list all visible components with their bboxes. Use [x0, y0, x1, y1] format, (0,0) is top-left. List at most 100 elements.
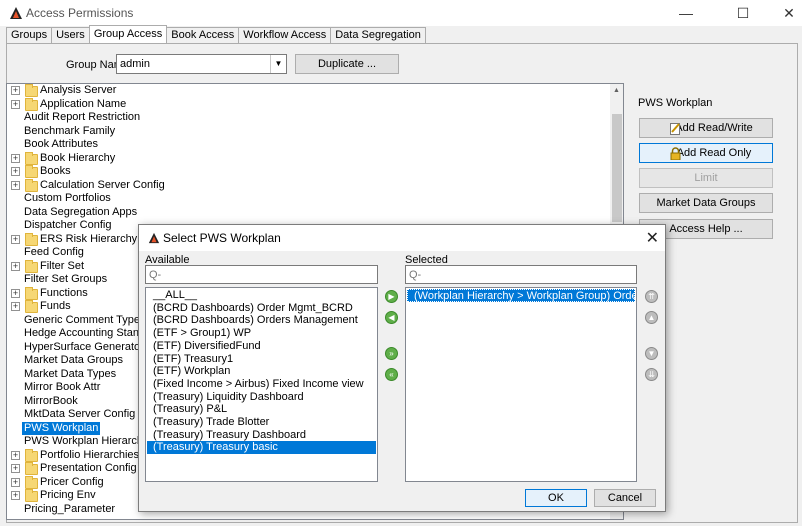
- expand-icon[interactable]: +: [11, 302, 20, 311]
- list-item[interactable]: (Treasury) Liquidity Dashboard: [147, 391, 376, 404]
- tab-workflow-access[interactable]: Workflow Access: [238, 27, 332, 43]
- tab-users[interactable]: Users: [51, 27, 90, 43]
- available-search-input[interactable]: Q-: [145, 265, 378, 284]
- list-item[interactable]: (Workplan Hierarchy > Workplan Group) Or…: [407, 289, 636, 302]
- move-bottom-icon[interactable]: ⇊: [645, 368, 658, 381]
- tree-item-label: Pricing_Parameter: [24, 503, 116, 515]
- list-item[interactable]: (Treasury) Treasury basic: [147, 441, 376, 455]
- folder-icon: [25, 287, 38, 300]
- move-up-icon[interactable]: ▲: [645, 311, 658, 324]
- tree-item-label: Filter Set: [40, 260, 85, 272]
- tab-strip: Groups Users Group Access Book Access Wo…: [6, 25, 426, 44]
- close-button[interactable]: ✕: [766, 0, 802, 26]
- tree-item-label: Portfolio Hierarchies: [40, 449, 140, 461]
- list-item[interactable]: (Fixed Income > Airbus) Fixed Income vie…: [147, 378, 376, 391]
- window-title: Access Permissions: [26, 6, 134, 20]
- chevron-down-icon[interactable]: ▼: [270, 55, 286, 73]
- expand-icon[interactable]: +: [11, 478, 20, 487]
- expand-icon[interactable]: +: [11, 100, 20, 109]
- tab-group-access[interactable]: Group Access: [88, 25, 168, 43]
- expand-icon[interactable]: +: [11, 86, 20, 95]
- tab-groups[interactable]: Groups: [6, 27, 53, 43]
- tree-item-label: Filter Set Groups: [24, 273, 108, 285]
- expand-icon[interactable]: +: [11, 154, 20, 163]
- move-down-icon[interactable]: ▼: [645, 347, 658, 360]
- maximize-button[interactable]: ☐: [720, 0, 766, 26]
- remove-selected-icon[interactable]: ◀: [385, 311, 398, 324]
- tree-item-label: Pricing Env: [40, 489, 96, 501]
- expand-icon[interactable]: +: [11, 289, 20, 298]
- dialog-close-icon[interactable]: ✕: [646, 228, 659, 248]
- tree-item-label: PWS Workplan: [22, 422, 101, 435]
- dialog-title: Select PWS Workplan: [163, 231, 281, 245]
- tree-item-label: PWS Workplan Hierarchy: [24, 435, 149, 447]
- list-item[interactable]: __ALL__: [147, 289, 376, 302]
- cancel-button[interactable]: Cancel: [594, 489, 656, 507]
- list-item[interactable]: (ETF) Treasury1: [147, 353, 376, 366]
- expand-icon[interactable]: +: [11, 262, 20, 271]
- group-name-value: admin: [120, 58, 150, 70]
- tree-item-label: Pricer Config: [40, 476, 104, 488]
- list-item[interactable]: (BCRD Dashboards) Orders Management: [147, 314, 376, 327]
- move-top-icon[interactable]: ⇈: [645, 290, 658, 303]
- tree-item-label: Calculation Server Config: [40, 179, 165, 191]
- market-data-groups-button[interactable]: Market Data Groups: [639, 193, 773, 213]
- search-icon: Q-: [409, 269, 422, 281]
- lock-icon: [670, 147, 681, 160]
- tree-item-label: Presentation Config: [40, 462, 137, 474]
- list-item[interactable]: (ETF > Group1) WP: [147, 327, 376, 340]
- selected-list[interactable]: (Workplan Hierarchy > Workplan Group) Or…: [405, 287, 637, 482]
- tree-item-label: Books: [40, 165, 71, 177]
- expand-icon[interactable]: +: [11, 491, 20, 500]
- tree-item-label: Data Segregation Apps: [24, 206, 138, 218]
- tab-data-segregation[interactable]: Data Segregation: [330, 27, 426, 43]
- add-selected-icon[interactable]: ▶: [385, 290, 398, 303]
- tree-item-label: Audit Report Restriction: [24, 111, 141, 123]
- tree-item-label: Generic Comment Type: [24, 314, 140, 326]
- tree-item-label: ERS Risk Hierarchy: [40, 233, 138, 245]
- folder-icon: [25, 179, 38, 192]
- tree-item-label: MirrorBook: [24, 395, 78, 407]
- duplicate-button[interactable]: Duplicate ...: [295, 54, 399, 74]
- tree-item-label: Application Name: [40, 98, 127, 110]
- expand-icon[interactable]: +: [11, 181, 20, 190]
- tree-item-label: Book Attributes: [24, 138, 98, 150]
- folder-icon: [25, 462, 38, 475]
- expand-icon[interactable]: +: [11, 464, 20, 473]
- tree-scroll-thumb[interactable]: [612, 114, 622, 222]
- tree-item-label: Custom Portfolios: [24, 192, 111, 204]
- add-read-only-button[interactable]: Add Read Only: [639, 143, 773, 163]
- scroll-up-icon[interactable]: ▲: [610, 85, 623, 97]
- tree-item-label: Dispatcher Config: [24, 219, 112, 231]
- remove-all-icon[interactable]: «: [385, 368, 398, 381]
- limit-button[interactable]: Limit: [639, 168, 773, 188]
- folder-icon: [25, 260, 38, 273]
- list-item[interactable]: (ETF) DiversifiedFund: [147, 340, 376, 353]
- folder-icon: [25, 300, 38, 313]
- list-item[interactable]: (Treasury) Trade Blotter: [147, 416, 376, 429]
- minimize-button[interactable]: —: [663, 0, 709, 26]
- app-logo-icon: [10, 7, 22, 19]
- selected-search-input[interactable]: Q-: [405, 265, 637, 284]
- title-bar: Access Permissions — ☐ ✕: [0, 0, 802, 26]
- folder-icon: [25, 449, 38, 462]
- add-read-write-button[interactable]: Add Read/Write: [639, 118, 773, 138]
- add-all-icon[interactable]: »: [385, 347, 398, 360]
- search-icon: Q-: [149, 269, 162, 281]
- tree-item-label: Analysis Server: [40, 84, 117, 96]
- available-list[interactable]: __ALL__ (BCRD Dashboards) Order Mgmt_BCRD…: [145, 287, 378, 482]
- group-name-combobox[interactable]: admin ▼: [116, 54, 287, 74]
- select-pws-workplan-dialog: Select PWS Workplan ✕ Available Selected…: [138, 224, 666, 512]
- ok-button[interactable]: OK: [525, 489, 587, 507]
- list-item[interactable]: (ETF) Workplan: [147, 365, 376, 378]
- tab-book-access[interactable]: Book Access: [166, 27, 240, 43]
- expand-icon[interactable]: +: [11, 451, 20, 460]
- list-item[interactable]: (Treasury) Treasury Dashboard: [147, 429, 376, 442]
- list-item[interactable]: (BCRD Dashboards) Order Mgmt_BCRD: [147, 302, 376, 315]
- list-item[interactable]: (Treasury) P&L: [147, 403, 376, 416]
- edit-document-icon: [670, 123, 680, 135]
- expand-icon[interactable]: +: [11, 235, 20, 244]
- expand-icon[interactable]: +: [11, 167, 20, 176]
- folder-icon: [25, 152, 38, 165]
- tree-item-label: MktData Server Config: [24, 408, 136, 420]
